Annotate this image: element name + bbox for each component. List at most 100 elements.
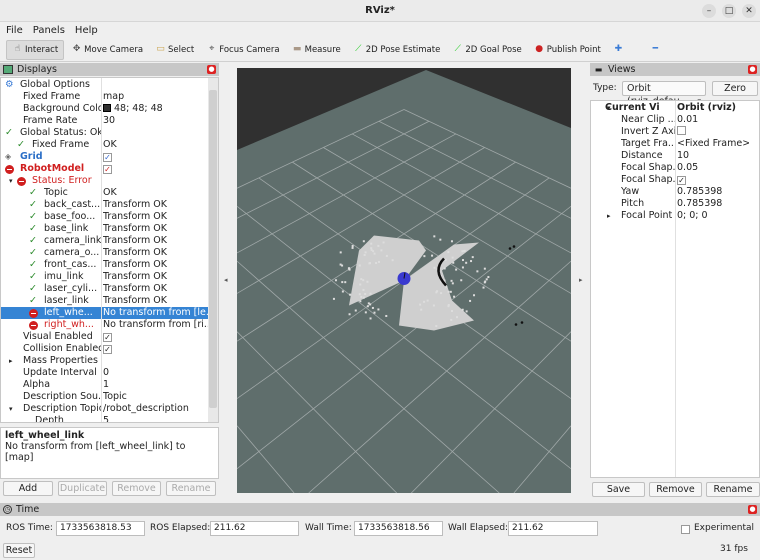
- row-value: Transform OK: [103, 247, 208, 259]
- checkmark-icon: ✓: [29, 187, 37, 198]
- value-text: 0.05: [677, 162, 699, 173]
- displays-tree[interactable]: ⚙ Global Options Fixed Frame map Background …: [0, 77, 219, 423]
- remove-tool-button[interactable]: ━: [645, 40, 666, 60]
- add-button[interactable]: Add: [3, 481, 53, 496]
- zero-button[interactable]: Zero: [712, 81, 758, 96]
- tool-2d-goal-pose[interactable]: ⟋ 2D Goal Pose: [447, 40, 526, 60]
- tool-measure[interactable]: ▬ Measure: [287, 40, 346, 60]
- rename-display-button[interactable]: Rename: [166, 481, 216, 496]
- add-tool-button[interactable]: ✚: [608, 40, 629, 60]
- expand-arrow-icon[interactable]: ▾: [9, 175, 13, 187]
- error-icon: [29, 308, 38, 318]
- collapsed-arrow-icon[interactable]: ▸: [607, 210, 611, 222]
- tree-row[interactable]: Update Interval 0: [1, 367, 218, 379]
- checkbox[interactable]: ✓: [103, 153, 112, 162]
- value-text: 0.785398: [677, 186, 723, 197]
- tree-row[interactable]: Alpha 1: [1, 379, 218, 391]
- views-header: ▬ Views ●: [590, 63, 760, 76]
- tool-2d-pose-estimate[interactable]: ⟋ 2D Pose Estimate: [348, 40, 446, 60]
- close-panel-icon[interactable]: ●: [748, 65, 757, 74]
- tree-row[interactable]: ✓ camera_link Transform OK: [1, 235, 218, 247]
- scrollbar-thumb[interactable]: [209, 90, 217, 408]
- tree-row[interactable]: Frame Rate 30: [1, 115, 218, 127]
- tree-row[interactable]: Fixed Frame map: [1, 91, 218, 103]
- tree-row[interactable]: ✓ front_cas... Transform OK: [1, 259, 218, 271]
- collapse-right-arrow[interactable]: ▸: [579, 276, 583, 284]
- wall-time-field[interactable]: 1733563818.56: [354, 521, 443, 536]
- tree-row[interactable]: Visual Enabled ✓: [1, 331, 218, 343]
- menu-panels[interactable]: Panels: [33, 25, 65, 36]
- minimize-button[interactable]: –: [702, 4, 716, 18]
- row-name: Visual Enabled: [23, 331, 93, 342]
- close-panel-icon[interactable]: ●: [748, 505, 757, 514]
- remove-view-button[interactable]: Remove: [649, 482, 702, 497]
- tree-row[interactable]: Background Color 48; 48; 48: [1, 103, 218, 115]
- tree-row[interactable]: ✓ base_foo... Transform OK: [1, 211, 218, 223]
- tree-row[interactable]: RobotModel ✓: [1, 163, 218, 175]
- tree-row[interactable]: ▾ Description Topic/robot_description: [1, 403, 218, 415]
- checkbox[interactable]: ✓: [103, 165, 112, 174]
- tree-row[interactable]: Depth 5: [1, 415, 218, 422]
- tree-row[interactable]: ✓ laser_link Transform OK: [1, 295, 218, 307]
- tree-row[interactable]: ✓ Global Status: Ok: [1, 127, 218, 139]
- tree-row[interactable]: ▸ Mass Properties: [1, 355, 218, 367]
- checkbox[interactable]: ✓: [677, 176, 686, 185]
- row-value: Transform OK: [103, 283, 208, 295]
- ros-time-field[interactable]: 1733563818.53: [56, 521, 145, 536]
- tree-row[interactable]: ✓ base_link Transform OK: [1, 223, 218, 235]
- tool-focus-camera[interactable]: ⌖ Focus Camera: [201, 40, 284, 60]
- row-name: left_whe...: [44, 307, 93, 318]
- collapse-left-arrow[interactable]: ◂: [224, 276, 228, 284]
- view-type-select[interactable]: Orbit (rviz_defau▾: [622, 81, 706, 107]
- displays-scrollbar[interactable]: [208, 78, 218, 422]
- tool-move-camera[interactable]: ✥ Move Camera: [66, 40, 148, 60]
- tree-row[interactable]: ✓ Fixed Frame OK: [1, 139, 218, 151]
- laser-point: [420, 308, 423, 311]
- menu-file[interactable]: File: [6, 25, 23, 36]
- row-name: Fixed Frame: [32, 139, 90, 150]
- close-button[interactable]: ✕: [742, 4, 756, 18]
- checkbox[interactable]: ✓: [103, 333, 112, 342]
- experimental-checkbox[interactable]: [681, 525, 690, 534]
- laser-point: [380, 249, 383, 252]
- tree-row[interactable]: ✓ back_cast... Transform OK: [1, 199, 218, 211]
- color-swatch[interactable]: [103, 104, 111, 112]
- maximize-button[interactable]: □: [722, 4, 736, 18]
- tree-row[interactable]: ◈ Grid ✓: [1, 151, 218, 163]
- laser-point: [433, 235, 436, 238]
- checkbox[interactable]: [677, 126, 686, 135]
- duplicate-button[interactable]: Duplicate: [58, 481, 107, 496]
- tree-row[interactable]: right_wh... No transform from [ri...: [1, 319, 218, 331]
- tree-row[interactable]: Description Sou... Topic: [1, 391, 218, 403]
- save-view-button[interactable]: Save: [592, 482, 645, 497]
- tree-row[interactable]: ✓ Topic OK: [1, 187, 218, 199]
- checkbox[interactable]: ✓: [103, 345, 112, 354]
- expand-arrow-icon[interactable]: ▾: [9, 403, 13, 415]
- close-panel-icon[interactable]: ●: [207, 65, 216, 74]
- laser-point: [451, 309, 454, 312]
- tool-publish-point[interactable]: ● Publish Point: [529, 40, 606, 60]
- tree-row[interactable]: ⚙ Global Options: [1, 79, 218, 91]
- views-tree[interactable]: ▾Current ViewOrbit (rviz)Near Clip ...0.…: [590, 100, 760, 478]
- 3d-viewport[interactable]: [237, 68, 571, 493]
- tree-row[interactable]: ✓ laser_cyli... Transform OK: [1, 283, 218, 295]
- tree-row[interactable]: ✓ camera_o... Transform OK: [1, 247, 218, 259]
- tree-row[interactable]: left_whe... No transform from [le...: [1, 307, 218, 319]
- tool-select[interactable]: ▭ Select: [150, 40, 199, 60]
- laser-point: [359, 283, 362, 286]
- displays-header: Displays ●: [0, 63, 219, 76]
- value-text: /robot_description: [103, 403, 189, 414]
- rename-view-button[interactable]: Rename: [706, 482, 760, 497]
- remove-display-button[interactable]: Remove: [112, 481, 161, 496]
- tree-row[interactable]: ▾ Status: Error: [1, 175, 218, 187]
- column-divider[interactable]: [675, 101, 676, 477]
- collapsed-arrow-icon[interactable]: ▸: [9, 355, 13, 367]
- tree-row[interactable]: Collision Enabled ✓: [1, 343, 218, 355]
- column-divider[interactable]: [101, 78, 102, 422]
- ros-elapsed-field[interactable]: 211.62: [210, 521, 299, 536]
- tool-interact[interactable]: ☝ Interact: [6, 39, 65, 60]
- wall-elapsed-field[interactable]: 211.62: [508, 521, 598, 536]
- tree-row[interactable]: ✓ imu_link Transform OK: [1, 271, 218, 283]
- reset-button[interactable]: Reset: [3, 543, 35, 558]
- menu-help[interactable]: Help: [75, 25, 98, 36]
